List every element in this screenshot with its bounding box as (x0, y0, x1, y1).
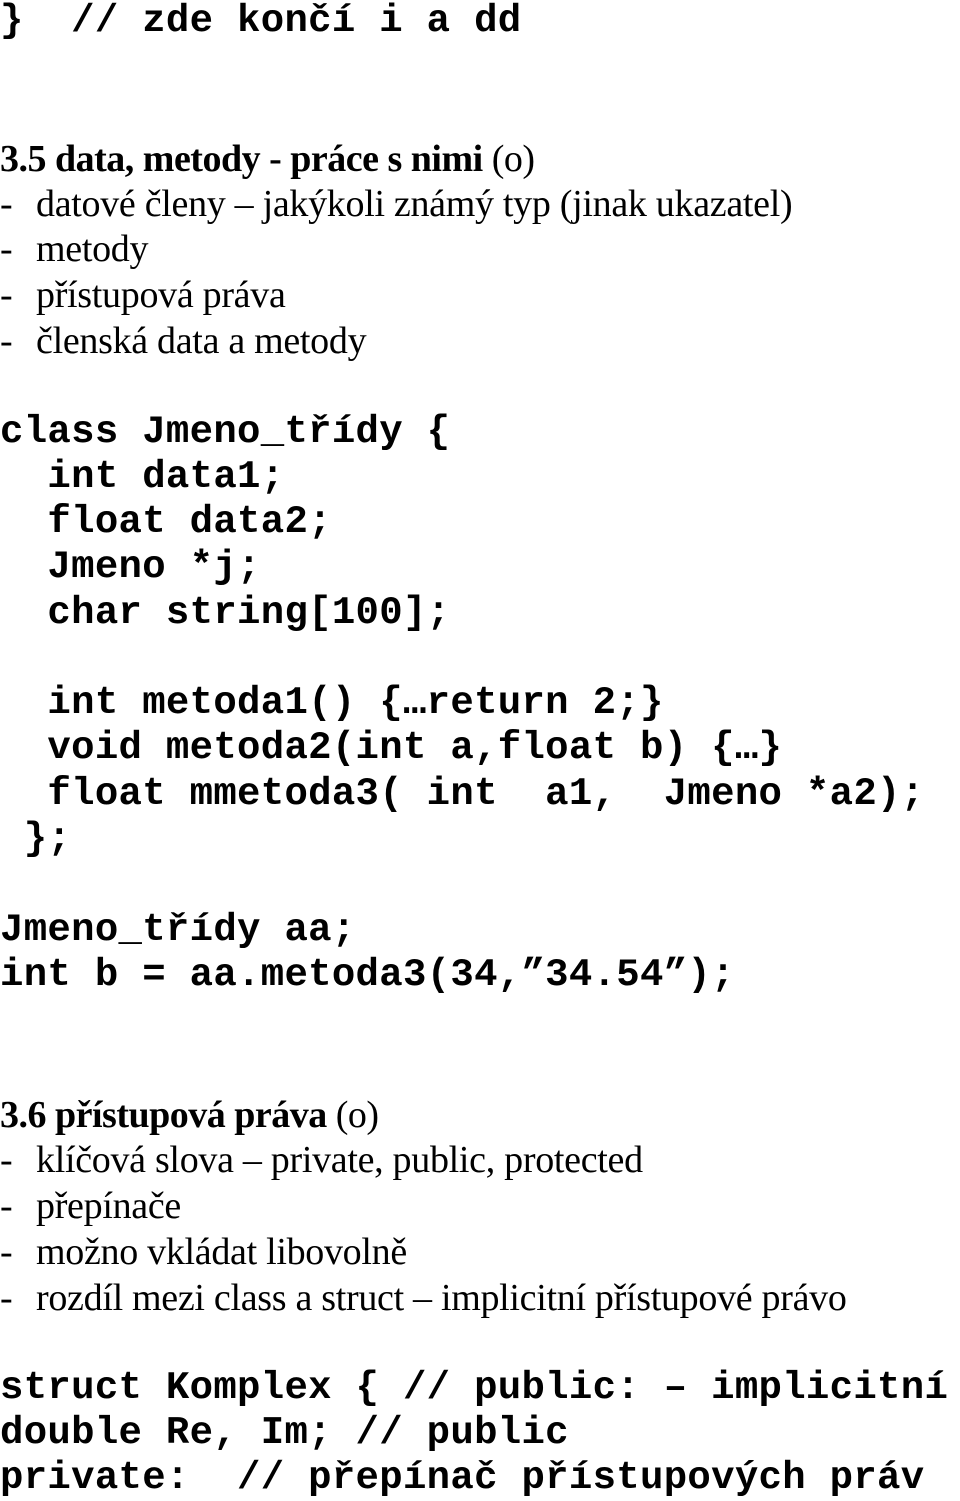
bullet-item: - klíčová slova – private, public, protec… (0, 1141, 643, 1179)
bullet-item: - datové členy – jakýkoli známý typ (jina… (0, 183, 793, 225)
code-line: int b = aa.metoda3(34,”34.54”); (0, 953, 735, 997)
code-line: float mmetoda3( int a1, Jmeno *a2); (0, 772, 925, 816)
bullet-text: možno vkládat libovolně (36, 1231, 407, 1273)
section-heading-3-6: 3.6 přístupová práva (o) (0, 1096, 379, 1134)
bullet-text: přístupová práva (36, 274, 286, 316)
code-line: int metoda1() {…return 2;} (0, 681, 664, 725)
bullet-text: přepínače (36, 1185, 181, 1227)
code-line: class Jmeno_třídy { (0, 410, 451, 454)
bullet-item: - přístupová práva (0, 276, 286, 314)
section-heading-3-5: 3.5 data, metody - práce s nimi (o) (0, 140, 535, 178)
heading-paren: (o) (491, 138, 535, 180)
heading-text: 3.6 přístupová práva (0, 1094, 336, 1136)
bullet-text: metody (36, 228, 149, 270)
code-line-closing-brace: } // zde končí i a dd (0, 0, 522, 43)
code-line: char string[100]; (0, 591, 451, 635)
code-line: Jmeno_třídy aa; (0, 908, 356, 952)
bullet-text: klíčová slova – private, public, protect… (36, 1139, 643, 1181)
bullet-dash: - (0, 1185, 13, 1227)
bullet-dash: - (0, 274, 13, 316)
code-line: int data1; (0, 455, 285, 499)
code-line: float data2; (0, 500, 332, 544)
code-line: private: // přepínač přístupových práv (0, 1456, 925, 1500)
bullet-item: - možno vkládat libovolně (0, 1233, 407, 1271)
bullet-dash: - (0, 183, 13, 225)
bullet-item: - rozdíl mezi class a struct – implicitní… (0, 1279, 847, 1317)
bullet-text: rozdíl mezi class a struct – implicitní … (36, 1277, 847, 1319)
bullet-dash: - (0, 1139, 13, 1181)
code-line: double Re, Im; // public (0, 1411, 569, 1455)
bullet-dash: - (0, 1231, 13, 1273)
code-line: }; (0, 817, 72, 861)
heading-text: 3.5 data, metody - práce s nimi (0, 138, 492, 180)
bullet-item: - členská data a metody (0, 320, 367, 362)
bullet-item: - přepínače (0, 1187, 181, 1225)
code-line: void metoda2(int a,float b) {…} (0, 726, 783, 770)
bullet-text: členská data a metody (36, 320, 367, 362)
bullet-text: datové členy – jakýkoli známý typ (jinak… (36, 183, 793, 225)
code-line: Jmeno *j; (0, 545, 261, 589)
heading-paren: (o) (335, 1094, 379, 1136)
bullet-item: - metody (0, 230, 148, 268)
bullet-dash: - (0, 1277, 13, 1319)
bullet-dash: - (0, 320, 13, 362)
bullet-dash: - (0, 228, 13, 270)
code-line: struct Komplex { // public: – implicitní (0, 1366, 949, 1410)
